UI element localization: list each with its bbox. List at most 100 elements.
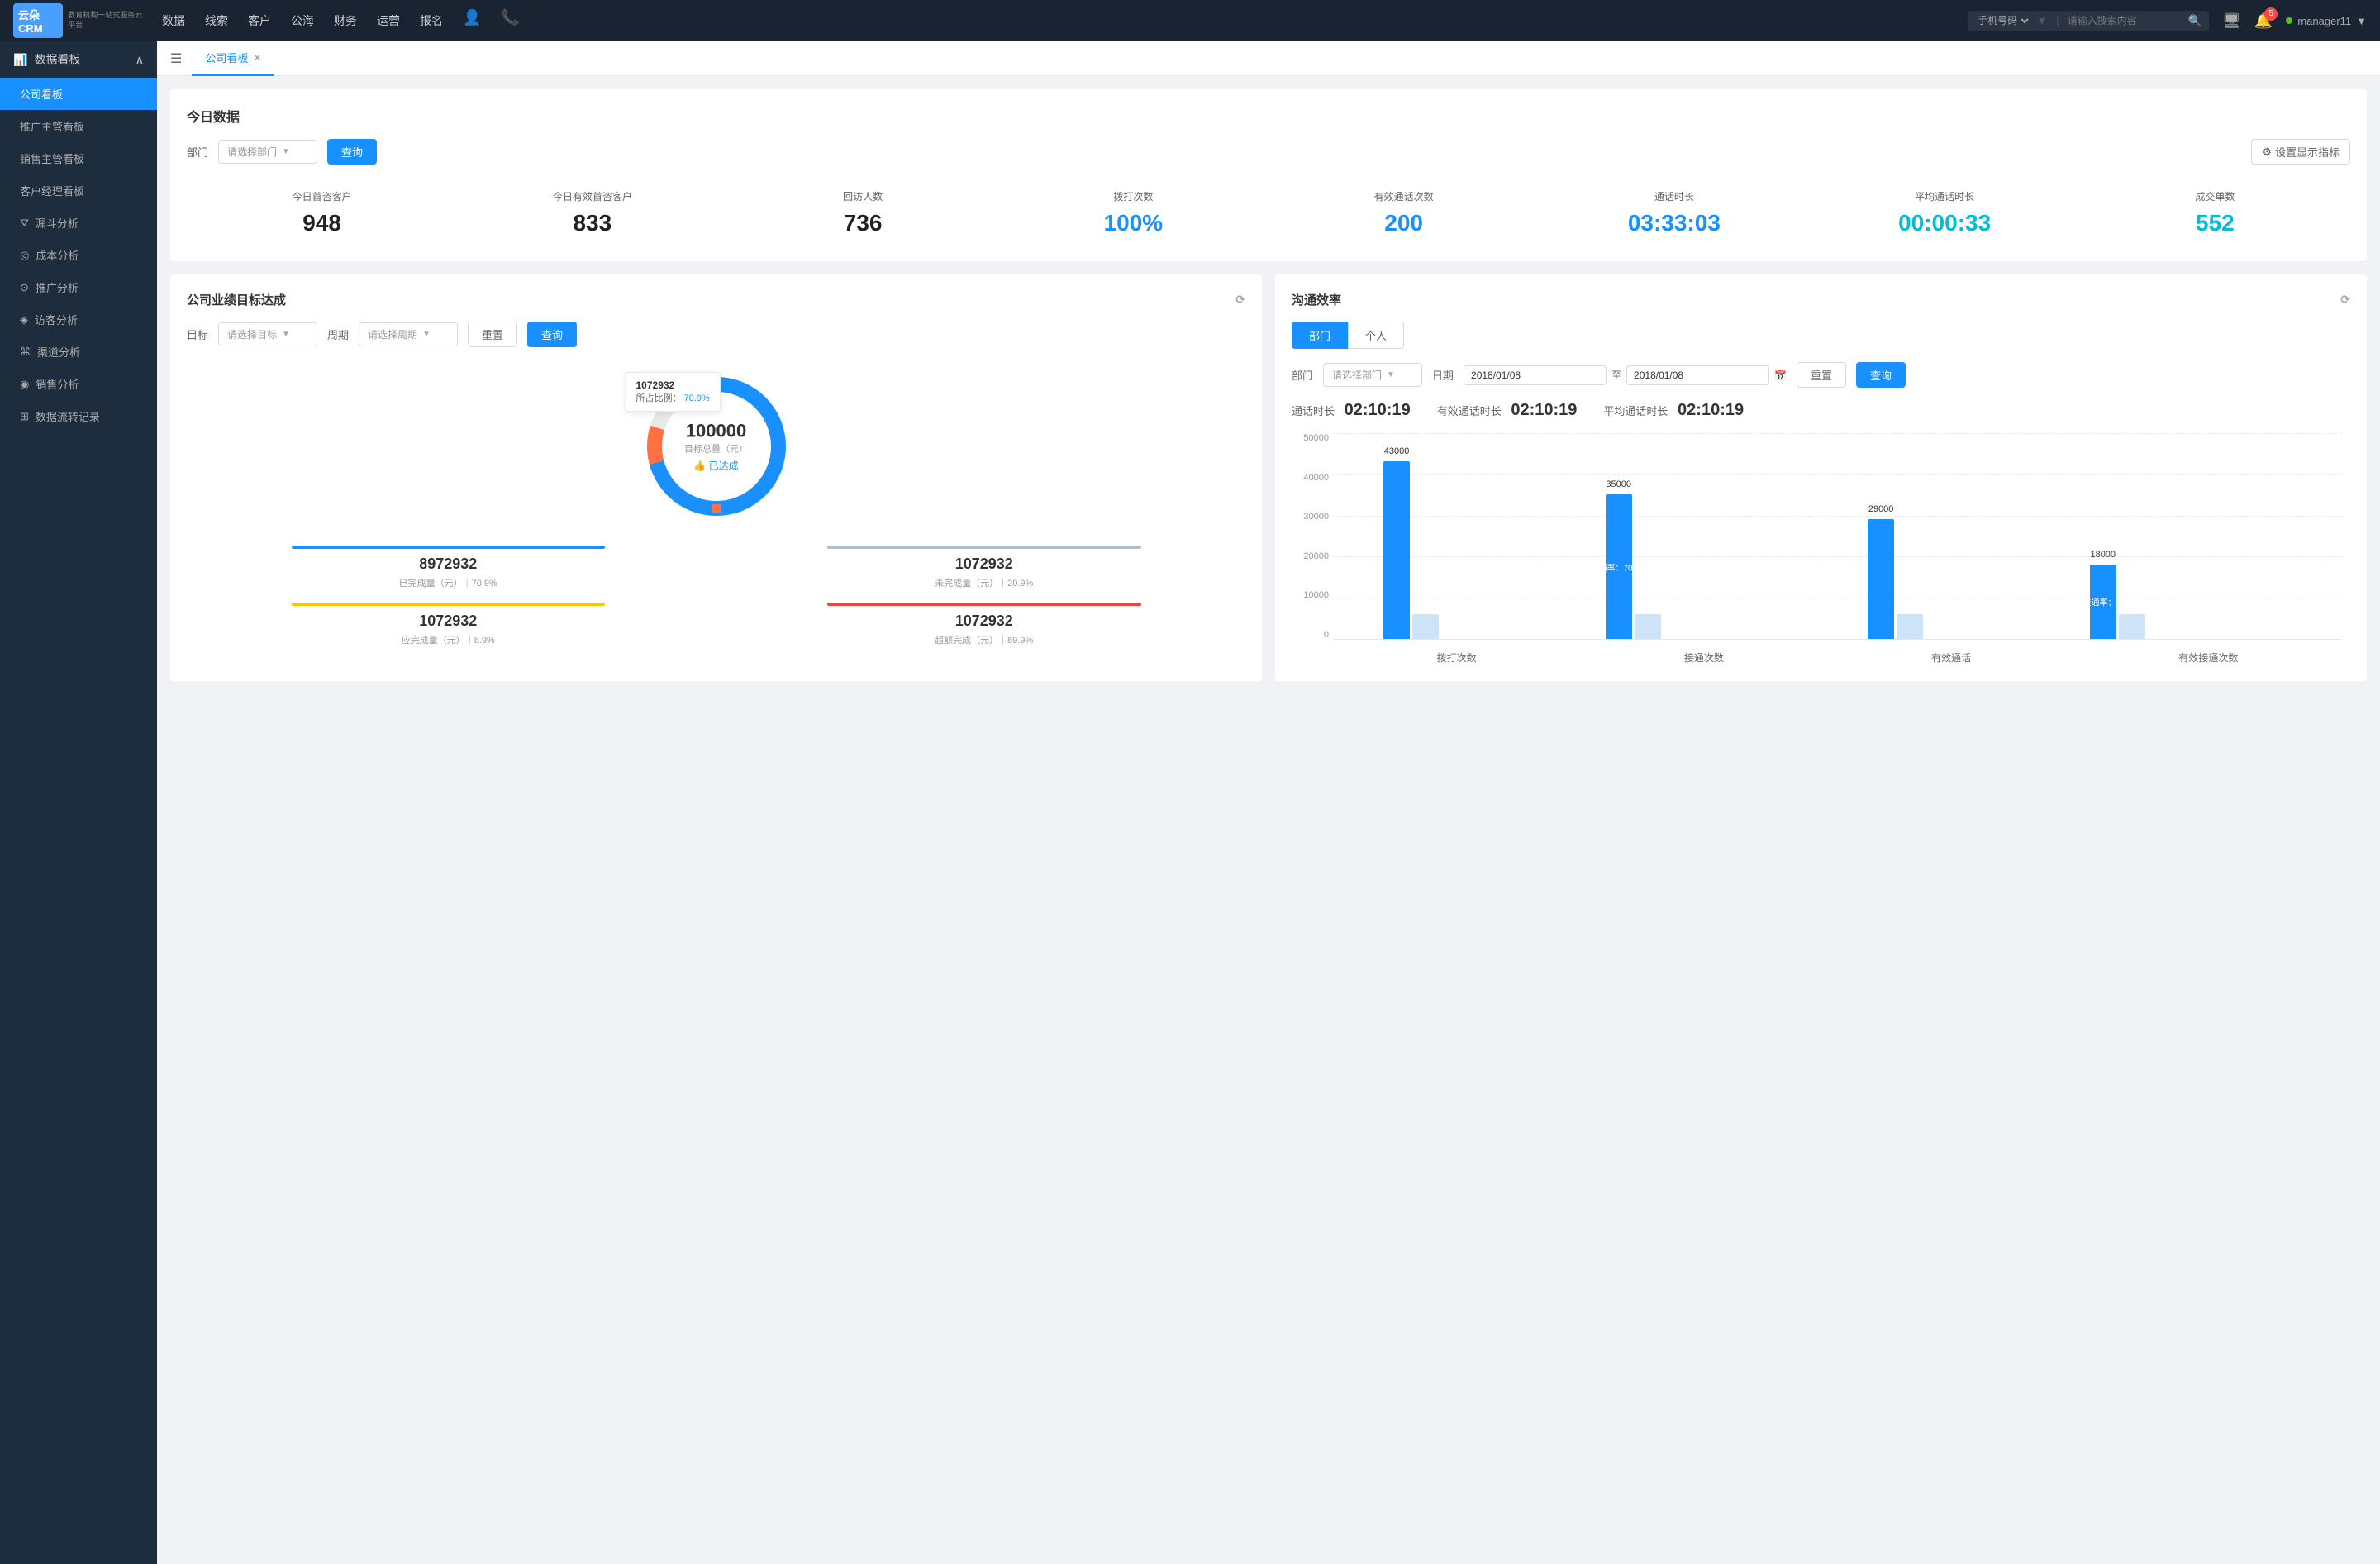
- comms-date-label: 日期: [1432, 367, 1454, 383]
- stat-deals: 成交单数 552: [2080, 181, 2350, 245]
- dept-select-arrow: ▼: [282, 147, 290, 156]
- sidebar-item-promo[interactable]: ⊙ 推广分析: [0, 271, 157, 303]
- y-label-4: 10000: [1292, 590, 1329, 600]
- x-label-1: 接通次数: [1684, 651, 1724, 665]
- notification-icon[interactable]: 🔔 5: [2254, 12, 2273, 30]
- goal-stat-2: 1072932 应完成量（元）｜8.9%: [187, 603, 710, 646]
- monitor-icon[interactable]: 🖥: [2222, 12, 2241, 30]
- goal-bar-1: [827, 546, 1141, 549]
- dept-select[interactable]: 请选择部门 ▼: [218, 140, 317, 164]
- dept-filter-label: 部门: [187, 144, 208, 160]
- grid-line-0: [1333, 433, 2342, 434]
- date-from-input[interactable]: [1464, 365, 1606, 385]
- nav-customers[interactable]: 客户: [248, 9, 271, 32]
- stat-label-2: 回访人数: [736, 189, 990, 203]
- user-status-dot: [2286, 17, 2292, 24]
- bar-group-2: 29000: [1868, 519, 1923, 639]
- tab-menu-icon[interactable]: ☰: [170, 50, 182, 67]
- logo-name: 云朵CRM: [18, 7, 58, 35]
- sidebar-item-promo-manager[interactable]: 推广主管看板: [0, 110, 157, 142]
- goal-select[interactable]: 请选择目标 ▼: [218, 322, 317, 346]
- y-axis: 50000 40000 30000 20000 10000 0: [1292, 433, 1329, 640]
- person-icon[interactable]: 👤: [463, 9, 481, 32]
- stat-first-consult: 今日首咨客户 948: [187, 181, 457, 245]
- nav-leads[interactable]: 线索: [205, 9, 228, 32]
- nav-data[interactable]: 数据: [162, 9, 185, 32]
- nav-sea[interactable]: 公海: [291, 9, 314, 32]
- phone-icon[interactable]: 📞: [501, 9, 519, 32]
- notification-badge: 5: [2264, 7, 2278, 21]
- period-select[interactable]: 请选择周期 ▼: [359, 322, 458, 346]
- tab-close-icon[interactable]: ✕: [253, 52, 261, 64]
- calendar-icon[interactable]: 📅: [1774, 370, 1787, 381]
- date-to-input[interactable]: [1626, 365, 1769, 385]
- goal-stat-1: 1072932 未完成量（元）｜20.9%: [723, 546, 1246, 589]
- sidebar-item-visitor[interactable]: ◈ 访客分析: [0, 303, 157, 336]
- tab-bar: ☰ 公司看板 ✕: [157, 41, 2380, 76]
- tab-company-board[interactable]: 公司看板 ✕: [192, 41, 274, 76]
- bar-chart: 50000 40000 30000 20000 10000 0: [1292, 433, 2350, 665]
- user-dropdown-icon[interactable]: ▼: [2356, 15, 2367, 27]
- stat-label-6: 平均通话时长: [1818, 189, 2072, 203]
- comms-tab-person[interactable]: 个人: [1348, 322, 1404, 349]
- goal-query-btn[interactable]: 查询: [527, 322, 577, 347]
- sidebar-item-sales-manager[interactable]: 销售主管看板: [0, 142, 157, 174]
- tooltip-pct-row: 所占比例： 70.9%: [636, 391, 710, 404]
- comms-query-btn[interactable]: 查询: [1856, 362, 1906, 388]
- sidebar-item-sales[interactable]: ◉ 销售分析: [0, 368, 157, 400]
- comms-stat-2: 平均通话时长 02:10:19: [1603, 401, 1744, 420]
- sidebar-item-channel[interactable]: ⌘ 渠道分析: [0, 336, 157, 368]
- bar-1-main: 接通率：70.9% 35000: [1606, 494, 1632, 639]
- sidebar-item-cost[interactable]: ◎ 成本分析: [0, 239, 157, 271]
- goal-stat-label-3: 超额完成（元）｜89.9%: [723, 633, 1246, 646]
- tooltip-pct-label: 所占比例：: [636, 393, 682, 403]
- comms-stat-val-0: 02:10:19: [1345, 401, 1411, 419]
- nav-enroll[interactable]: 报名: [420, 9, 443, 32]
- settings-display-btn[interactable]: ⚙ 设置显示指标: [2251, 139, 2350, 165]
- goal-refresh-icon[interactable]: ⟳: [1235, 293, 1245, 307]
- sidebar-collapse-icon[interactable]: ∧: [136, 53, 144, 67]
- sidebar-item-label: 推广主管看板: [20, 118, 84, 134]
- sidebar-item-company-board[interactable]: 公司看板: [0, 78, 157, 110]
- nav-finance[interactable]: 财务: [334, 9, 357, 32]
- comms-dept-arrow: ▼: [1387, 370, 1395, 379]
- bar-0-label: 43000: [1384, 446, 1410, 456]
- goal-filter-label: 目标: [187, 327, 208, 342]
- sidebar-item-data-flow[interactable]: ⊞ 数据流转记录: [0, 400, 157, 432]
- goal-reset-btn[interactable]: 重置: [468, 322, 517, 347]
- settings-label: 设置显示指标: [2275, 144, 2340, 160]
- goal-stat-value-3: 1072932: [723, 613, 1246, 630]
- comms-stat-1: 有效通话时长 02:10:19: [1437, 401, 1578, 420]
- search-icon[interactable]: 🔍: [2188, 14, 2202, 28]
- bar-1-label: 35000: [1606, 479, 1631, 489]
- comms-stat-label-0: 通话时长: [1292, 405, 1335, 417]
- stat-label-3: 拨打次数: [1007, 189, 1260, 203]
- x-label-2: 有效通话: [1931, 651, 1971, 665]
- sidebar-item-funnel[interactable]: ⛛ 漏斗分析: [0, 207, 157, 239]
- tooltip-pct: 70.9%: [684, 393, 710, 403]
- cost-icon: ◎: [20, 249, 29, 262]
- comms-dept-select[interactable]: 请选择部门 ▼: [1323, 363, 1422, 387]
- today-query-btn[interactable]: 查询: [327, 139, 377, 165]
- promo-icon: ⊙: [20, 281, 29, 294]
- comms-reset-btn[interactable]: 重置: [1797, 362, 1846, 388]
- donut-achieved: 👍 已达成: [684, 459, 748, 473]
- goal-stat-value-0: 8972932: [187, 556, 710, 573]
- sidebar-section-header[interactable]: 📊 数据看板 ∧: [0, 41, 157, 78]
- goal-bar-2: [292, 603, 606, 606]
- channel-icon: ⌘: [20, 346, 31, 359]
- comms-refresh-icon[interactable]: ⟳: [2340, 293, 2350, 307]
- comms-tab-dept[interactable]: 部门: [1292, 322, 1348, 349]
- sidebar-item-label: 公司看板: [20, 86, 63, 102]
- x-axis: 拨打次数 接通次数 有效通话 有效接通次数: [1333, 651, 2342, 665]
- user-info[interactable]: manager11 ▼: [2286, 15, 2367, 27]
- bar-1-pct: 接通率：70.9%: [1590, 560, 1646, 573]
- thumb-icon: 👍: [693, 460, 706, 472]
- goal-bar-3: [827, 603, 1141, 606]
- sidebar-item-customer-manager[interactable]: 客户经理看板: [0, 174, 157, 207]
- search-input[interactable]: [2068, 15, 2183, 26]
- goal-stat-label-1: 未完成量（元）｜20.9%: [723, 576, 1246, 589]
- nav-ops[interactable]: 运营: [377, 9, 400, 32]
- donut-sub: 目标总量（元）: [684, 442, 748, 455]
- search-type-select[interactable]: 手机号码: [1974, 14, 2031, 27]
